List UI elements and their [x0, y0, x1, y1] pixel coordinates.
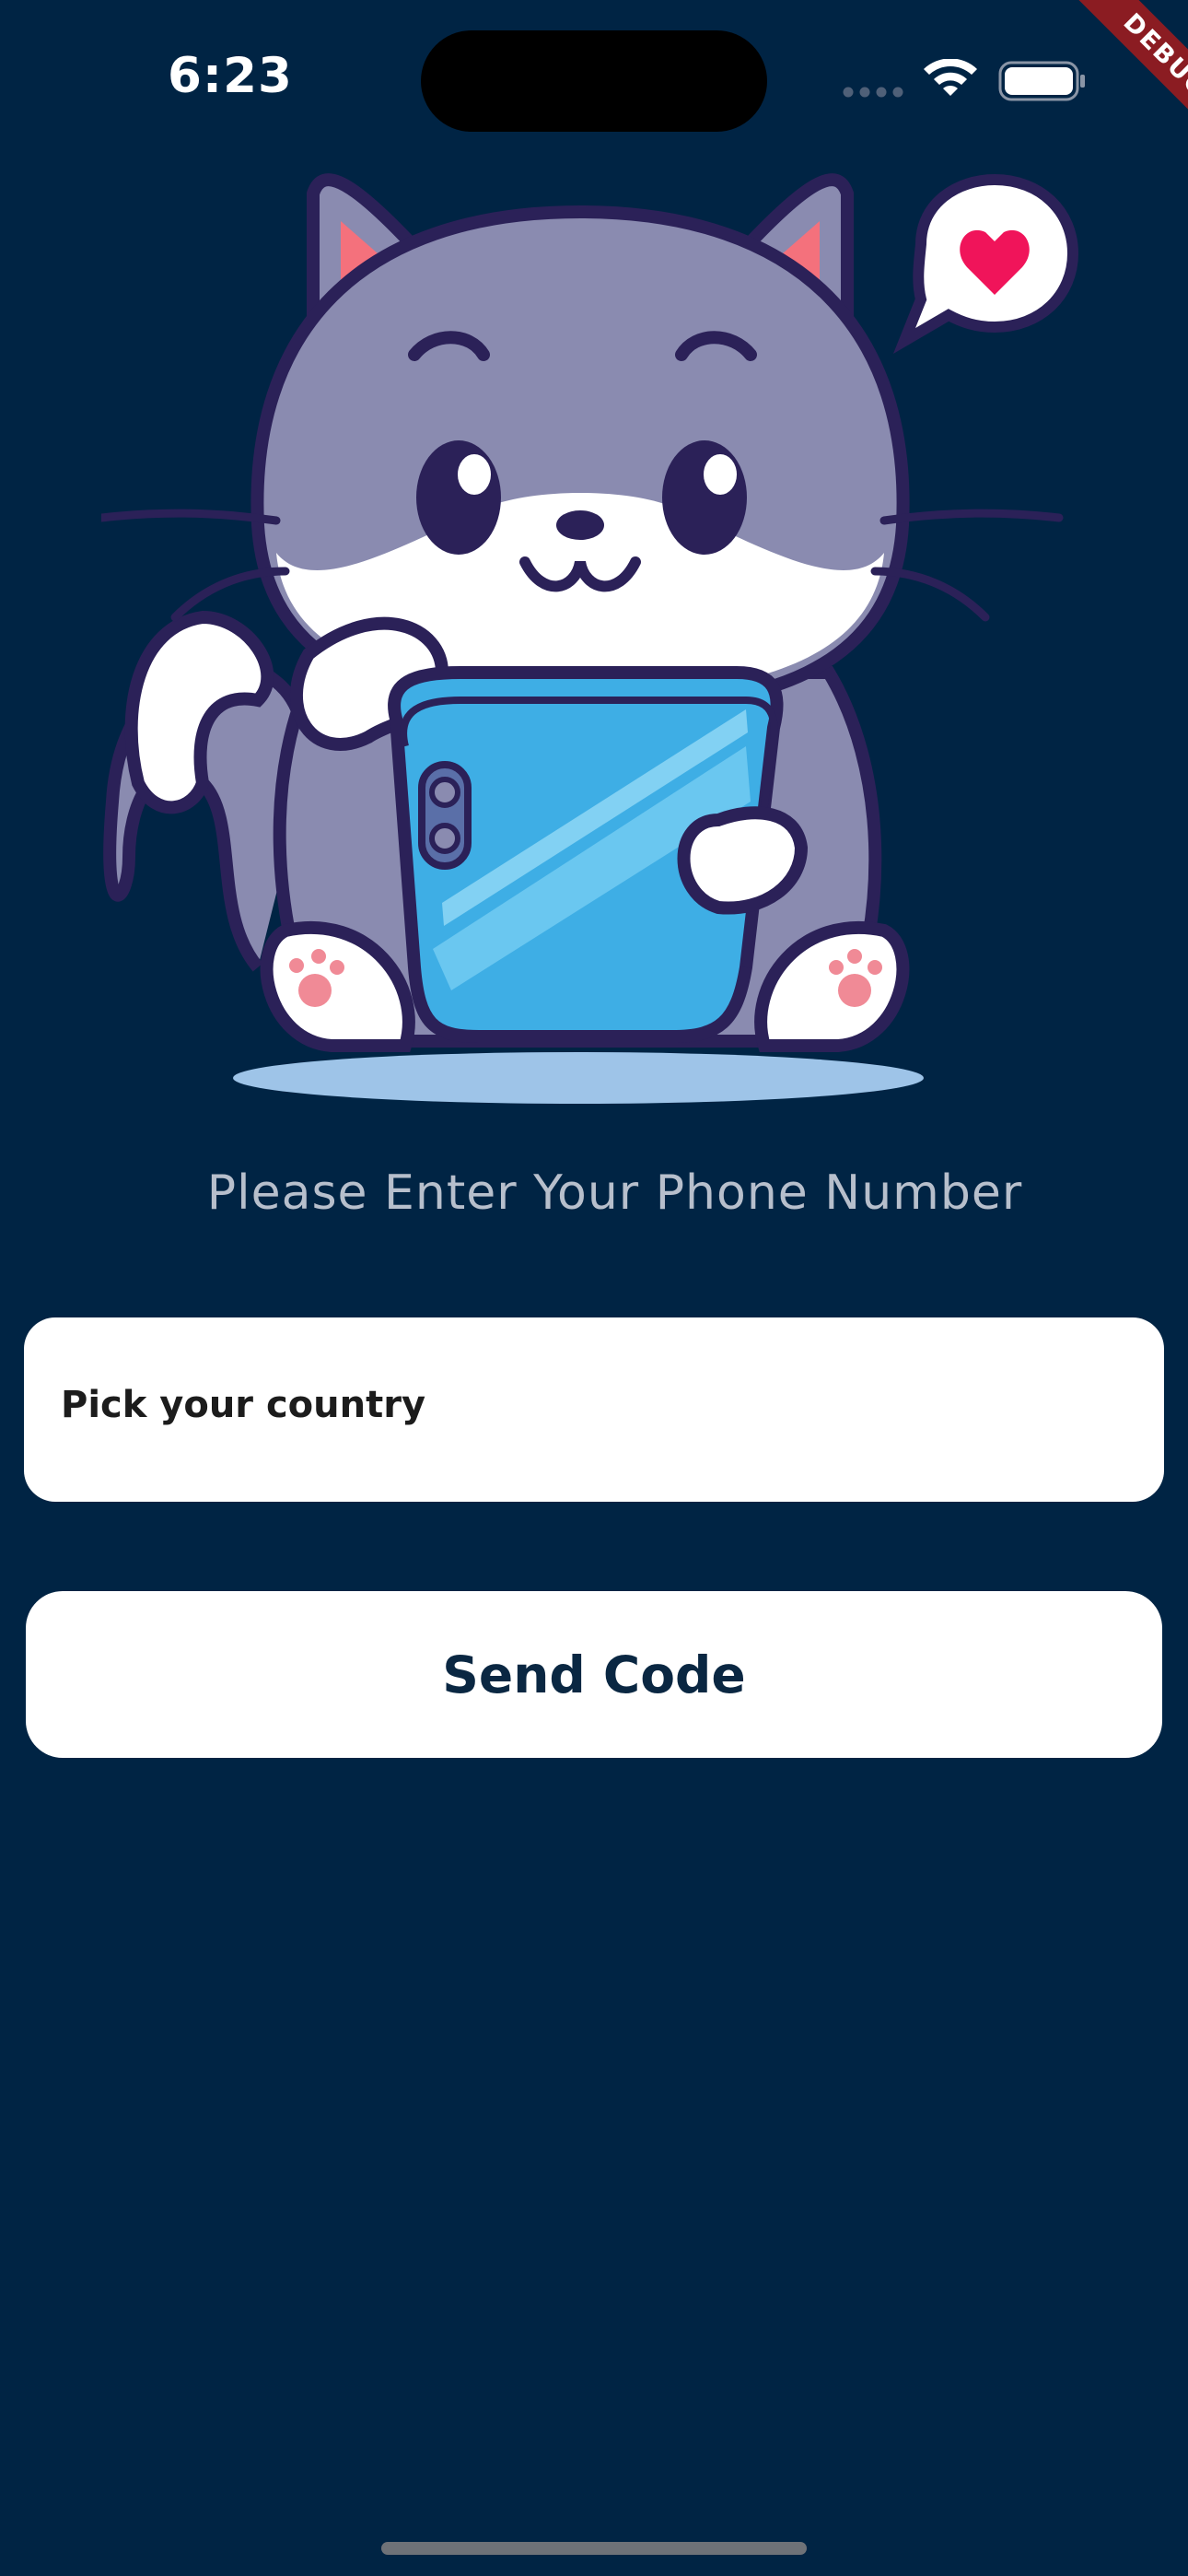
cat-holding-phone-illustration: [101, 173, 1079, 1104]
status-time: 6:23: [168, 48, 293, 104]
cellular-signal-icon: [843, 87, 903, 98]
home-indicator[interactable]: [381, 2542, 807, 2555]
phone-login-screen: 6:23 DEBUG Please Enter Your Phone Numbe…: [0, 0, 1188, 2576]
country-picker-field[interactable]: Pick your country: [24, 1317, 1164, 1502]
wifi-icon: [924, 59, 977, 96]
phone-number-prompt: Please Enter Your Phone Number: [206, 1165, 1023, 1221]
country-picker-label: Pick your country: [61, 1384, 426, 1426]
debug-banner-label: DEBUG: [1058, 0, 1188, 163]
send-code-button[interactable]: Send Code: [26, 1591, 1162, 1758]
dynamic-island: [421, 30, 767, 132]
